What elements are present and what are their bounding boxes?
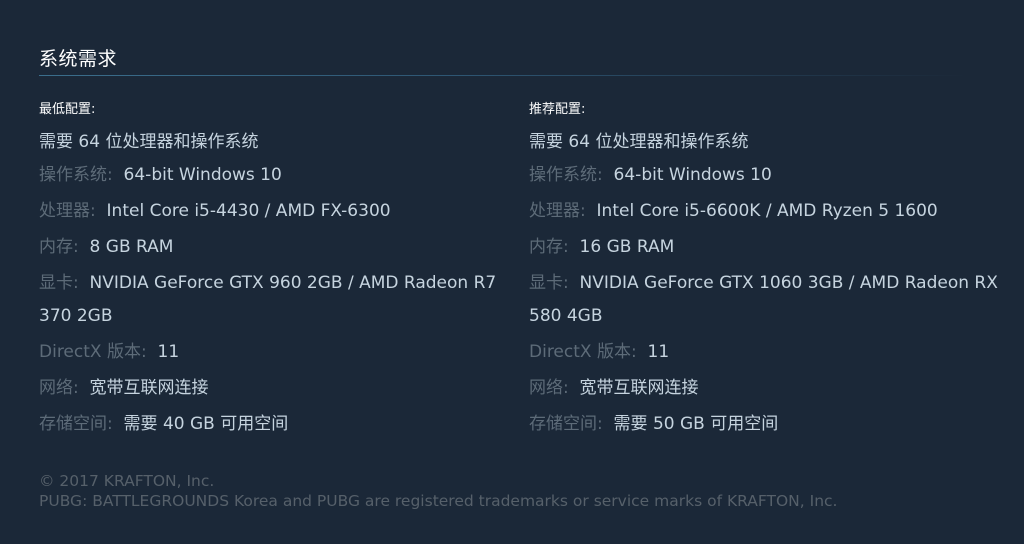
recommended-graphics-label: 显卡: [529, 273, 569, 293]
recommended-processor-value: Intel Core i5-6600K / AMD Ryzen 5 1600 [596, 201, 938, 221]
recommended-os: 操作系统: 64-bit Windows 10 [529, 159, 1009, 192]
recommended-graphics-value: NVIDIA GeForce GTX 1060 3GB / AMD Radeon… [529, 273, 998, 326]
minimum-memory-value: 8 GB RAM [89, 237, 174, 257]
title-divider [39, 75, 969, 76]
minimum-note: 需要 64 位处理器和操作系统 [39, 129, 519, 156]
recommended-requirements: 推荐配置: 需要 64 位处理器和操作系统 操作系统: 64-bit Windo… [529, 100, 1009, 444]
copyright-notice: © 2017 KRAFTON, Inc. [39, 472, 215, 490]
recommended-processor: 处理器: Intel Core i5-6600K / AMD Ryzen 5 1… [529, 195, 1009, 228]
recommended-heading: 推荐配置: [529, 102, 586, 117]
minimum-storage: 存储空间: 需要 40 GB 可用空间 [39, 408, 519, 441]
minimum-os: 操作系统: 64-bit Windows 10 [39, 159, 519, 192]
minimum-memory-label: 内存: [39, 237, 79, 257]
minimum-storage-value: 需要 40 GB 可用空间 [123, 414, 289, 434]
minimum-requirements: 最低配置: 需要 64 位处理器和操作系统 操作系统: 64-bit Windo… [39, 100, 519, 444]
recommended-memory: 内存: 16 GB RAM [529, 231, 1009, 264]
minimum-os-label: 操作系统: [39, 165, 113, 185]
recommended-storage-value: 需要 50 GB 可用空间 [613, 414, 779, 434]
minimum-note-text: 需要 64 位处理器和操作系统 [39, 132, 259, 152]
minimum-processor-label: 处理器: [39, 201, 96, 221]
recommended-storage-label: 存储空间: [529, 414, 603, 434]
minimum-network: 网络: 宽带互联网连接 [39, 372, 519, 405]
minimum-storage-label: 存储空间: [39, 414, 113, 434]
recommended-network: 网络: 宽带互联网连接 [529, 372, 1009, 405]
minimum-graphics: 显卡: NVIDIA GeForce GTX 960 2GB / AMD Rad… [39, 267, 519, 333]
recommended-graphics: 显卡: NVIDIA GeForce GTX 1060 3GB / AMD Ra… [529, 267, 1009, 333]
minimum-graphics-value: NVIDIA GeForce GTX 960 2GB / AMD Radeon … [39, 273, 497, 326]
recommended-directx-value: 11 [647, 342, 670, 362]
recommended-os-label: 操作系统: [529, 165, 603, 185]
recommended-memory-value: 16 GB RAM [579, 237, 675, 257]
legal-footer: © 2017 KRAFTON, Inc. PUBG: BATTLEGROUNDS… [39, 471, 837, 511]
minimum-memory: 内存: 8 GB RAM [39, 231, 519, 264]
minimum-network-label: 网络: [39, 378, 79, 398]
recommended-directx: DirectX 版本: 11 [529, 336, 1009, 369]
minimum-processor: 处理器: Intel Core i5-4430 / AMD FX-6300 [39, 195, 519, 228]
recommended-os-value: 64-bit Windows 10 [613, 165, 772, 185]
minimum-requirements-list: 需要 64 位处理器和操作系统 操作系统: 64-bit Windows 10 … [39, 129, 519, 441]
section-title: 系统需求 [39, 48, 118, 70]
recommended-requirements-list: 需要 64 位处理器和操作系统 操作系统: 64-bit Windows 10 … [529, 129, 1009, 441]
minimum-graphics-label: 显卡: [39, 273, 79, 293]
minimum-processor-value: Intel Core i5-4430 / AMD FX-6300 [106, 201, 391, 221]
minimum-directx-value: 11 [157, 342, 180, 362]
recommended-network-label: 网络: [529, 378, 569, 398]
minimum-directx: DirectX 版本: 11 [39, 336, 519, 369]
minimum-os-value: 64-bit Windows 10 [123, 165, 282, 185]
minimum-directx-label: DirectX 版本: [39, 342, 147, 362]
trademark-notice: PUBG: BATTLEGROUNDS Korea and PUBG are r… [39, 492, 838, 510]
recommended-processor-label: 处理器: [529, 201, 586, 221]
recommended-storage: 存储空间: 需要 50 GB 可用空间 [529, 408, 1009, 441]
recommended-note-text: 需要 64 位处理器和操作系统 [529, 132, 749, 152]
recommended-note: 需要 64 位处理器和操作系统 [529, 129, 1009, 156]
recommended-network-value: 宽带互联网连接 [579, 378, 699, 398]
minimum-heading: 最低配置: [39, 102, 96, 117]
minimum-network-value: 宽带互联网连接 [89, 378, 209, 398]
recommended-directx-label: DirectX 版本: [529, 342, 637, 362]
recommended-memory-label: 内存: [529, 237, 569, 257]
